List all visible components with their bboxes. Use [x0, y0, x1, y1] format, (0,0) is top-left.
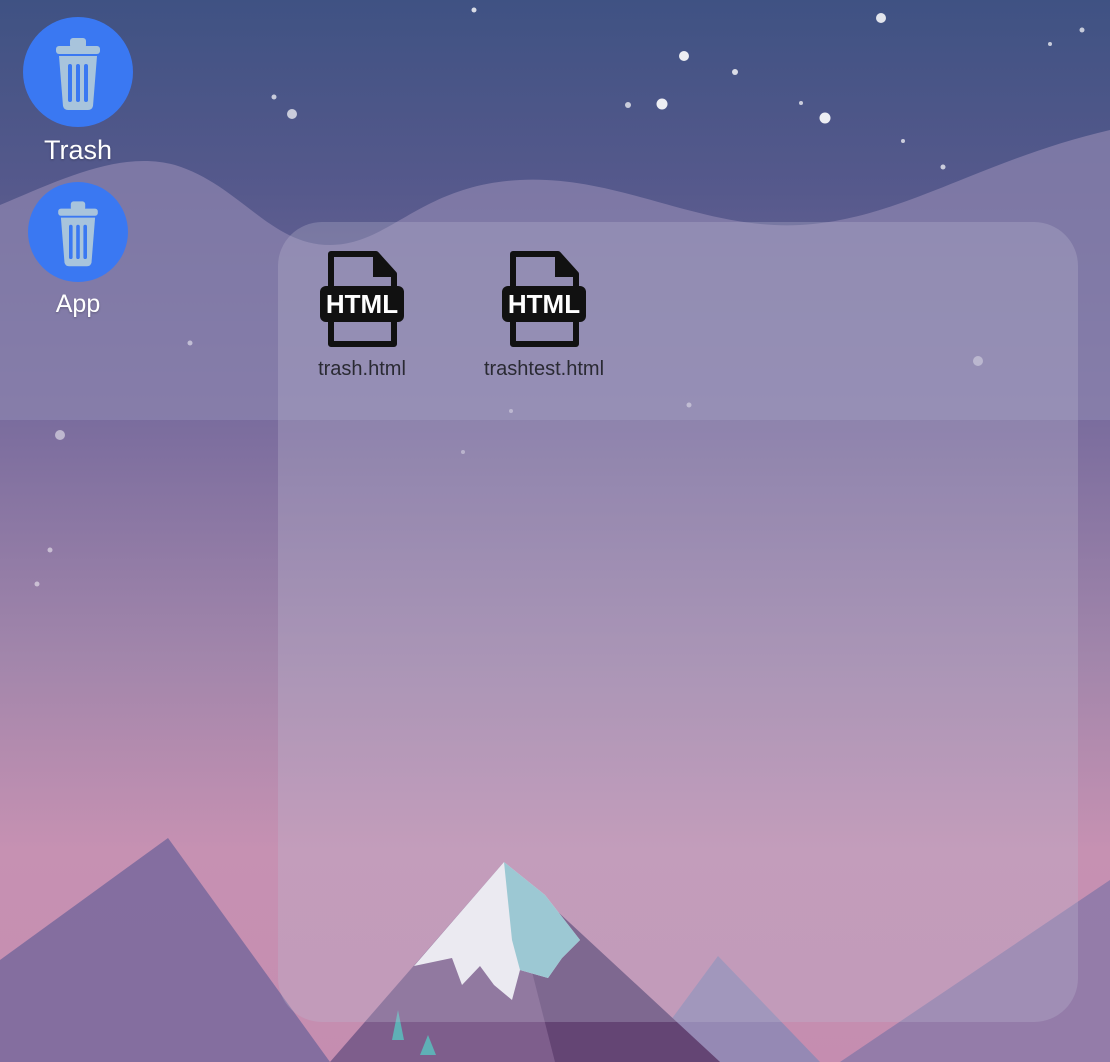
- file-badge: HTML: [508, 289, 580, 319]
- trash-icon: [23, 17, 133, 127]
- desktop-icon-app[interactable]: App: [28, 182, 128, 319]
- html-file-icon: HTML: [320, 251, 404, 347]
- html-file-icon: HTML: [502, 251, 586, 347]
- desktop-icon-label: Trash: [43, 135, 112, 165]
- desktop-icon-trash[interactable]: Trash: [22, 17, 134, 166]
- trash-icon: [28, 182, 128, 282]
- folder-window[interactable]: HTML trash.html HTML trashtest.html: [278, 222, 1078, 1022]
- file-badge: HTML: [326, 289, 398, 319]
- file-name: trash.html: [318, 358, 406, 380]
- file-name: trashtest.html: [483, 358, 605, 380]
- file-item-trashtest-html[interactable]: HTML trashtest.html: [474, 250, 614, 381]
- file-item-trash-html[interactable]: HTML trash.html: [306, 250, 418, 381]
- desktop[interactable]: Trash App HTML trash.html HTML trashtest…: [0, 0, 1110, 1062]
- desktop-icon-label: App: [55, 290, 101, 318]
